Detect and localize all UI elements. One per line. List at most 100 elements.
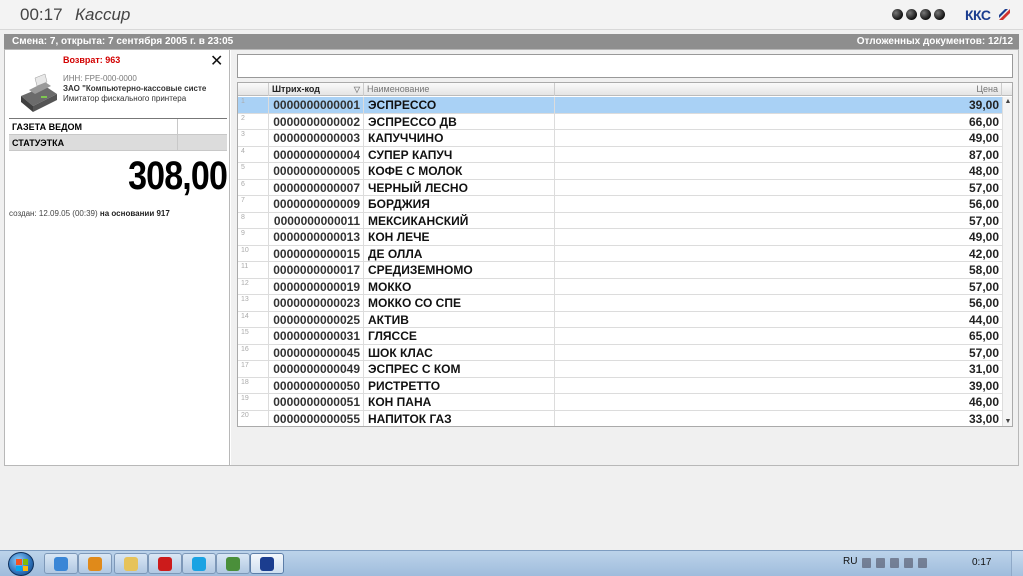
table-row[interactable]: 15 0000000000031 ГЛЯССЕ 65,00: [238, 328, 1012, 345]
list-item[interactable]: СТАТУЭТКА: [9, 135, 227, 151]
show-desktop-button[interactable]: [1011, 551, 1023, 576]
battery-icon[interactable]: [890, 558, 899, 568]
table-row[interactable]: 13 0000000000023 МОККО СО СПЕ 56,00: [238, 295, 1012, 312]
table-row[interactable]: 18 0000000000050 РИСТРЕТТО 39,00: [238, 377, 1012, 394]
taskbar-button[interactable]: [114, 553, 148, 574]
table-header: Штрих-код ▽ Наименование Цена: [238, 83, 1012, 96]
status-dot-icon: [906, 9, 917, 20]
table-row[interactable]: 8 0000000000011 МЕКСИКАНСКИЙ 57,00: [238, 212, 1012, 229]
created-date: создан: 12.09.05 (00:39): [9, 209, 98, 218]
inn-label: ИНН: FPE-000-0000: [63, 74, 137, 83]
price-cell: 58,00: [968, 263, 999, 277]
name-cell: АКТИВ: [364, 311, 555, 327]
name-cell: КАПУЧЧИНО: [364, 130, 555, 146]
name-cell: МЕКСИКАНСКИЙ: [364, 212, 555, 228]
price-cell: 57,00: [968, 279, 999, 294]
column-header-label: Штрих-код: [272, 84, 320, 94]
name-cell: ГЛЯССЕ: [364, 328, 555, 344]
price-cell: 56,00: [968, 296, 999, 310]
shift-info: Смена: 7, открыта: 7 сентября 2005 г. в …: [12, 36, 234, 47]
table-row[interactable]: 2 0000000000002 ЭСПРЕССО ДВ 66,00: [238, 113, 1012, 130]
opera-icon: [158, 557, 172, 571]
row-number: 10: [238, 245, 269, 261]
table-row[interactable]: 9 0000000000013 КОН ЛЕЧЕ 49,00: [238, 229, 1012, 246]
table-row[interactable]: 20 0000000000055 НАПИТОК ГАЗ 33,00: [238, 410, 1012, 426]
barcode-cell: 0000000000019: [269, 278, 364, 294]
status-dot-icon: [920, 9, 931, 20]
column-header-barcode[interactable]: Штрих-код ▽: [269, 83, 364, 96]
taskbar-button[interactable]: [182, 553, 216, 574]
name-cell: ЭСПРЕССО: [364, 97, 555, 113]
row-number: 8: [238, 212, 269, 228]
goods-area: Штрих-код ▽ Наименование Цена 1 000000000…: [231, 50, 1018, 465]
barcode-cell: 0000000000017: [269, 262, 364, 278]
barcode-cell: 0000000000005: [269, 163, 364, 179]
column-header-name[interactable]: Наименование: [364, 83, 555, 96]
goods-table: Штрих-код ▽ Наименование Цена 1 000000000…: [237, 82, 1013, 427]
row-number: 17: [238, 361, 269, 377]
taskbar-button[interactable]: [216, 553, 250, 574]
fiscal-printer-icon: [21, 73, 57, 112]
price-cell: 49,00: [968, 230, 999, 244]
table-row[interactable]: 17 0000000000049 ЭСПРЕС С КОМ 31,00: [238, 361, 1012, 378]
volume-icon[interactable]: [918, 558, 927, 568]
row-number: 11: [238, 262, 269, 278]
language-indicator[interactable]: RU: [843, 556, 857, 567]
row-number: 1: [238, 97, 269, 113]
close-button[interactable]: ✕: [210, 51, 223, 71]
table-body: 1 0000000000001 ЭСПРЕССО 39,00 2 000000000000…: [238, 97, 1012, 426]
price-cell: 57,00: [968, 213, 999, 228]
media-player-icon: [88, 557, 102, 571]
name-cell: БОРДЖИЯ: [364, 196, 555, 212]
table-row[interactable]: 16 0000000000045 ШОК КЛАС 57,00: [238, 344, 1012, 361]
scroll-down-icon[interactable]: ▼: [1003, 417, 1012, 426]
table-row[interactable]: 5 0000000000005 КОФЕ С МОЛОК 48,00: [238, 163, 1012, 180]
column-header-price[interactable]: Цена: [555, 83, 1002, 96]
barcode-cell: 0000000000003: [269, 130, 364, 146]
name-cell: НАПИТОК ГАЗ: [364, 410, 555, 426]
column-divider: [177, 135, 178, 151]
price-cell: 56,00: [968, 197, 999, 211]
action-center-flag-icon[interactable]: [876, 558, 885, 568]
price-cell: 66,00: [968, 114, 999, 129]
vertical-scrollbar[interactable]: ▲ ▼: [1002, 97, 1012, 426]
row-number: 12: [238, 278, 269, 294]
row-number: 9: [238, 229, 269, 245]
taskbar-button[interactable]: [78, 553, 112, 574]
sort-icon[interactable]: ▽: [354, 83, 360, 96]
name-cell: ШОК КЛАС: [364, 344, 555, 360]
barcode-cell: 0000000000023: [269, 295, 364, 311]
table-row[interactable]: 4 0000000000004 СУПЕР КАПУЧ 87,00: [238, 146, 1012, 163]
return-items-list: ГАЗЕТА ВЕДОМ СТАТУЭТКА: [9, 118, 227, 151]
table-row[interactable]: 10 0000000000015 ДЕ ОЛЛА 42,00: [238, 245, 1012, 262]
taskbar-button[interactable]: [250, 553, 284, 574]
taskbar-clock[interactable]: 0:17: [972, 557, 991, 568]
taskbar-button[interactable]: [148, 553, 182, 574]
price-cell: 49,00: [968, 131, 999, 145]
network-signal-icon[interactable]: [904, 558, 913, 568]
deferred-documents[interactable]: Отложенных документов: 12/12: [857, 34, 1013, 49]
list-item[interactable]: ГАЗЕТА ВЕДОМ: [9, 119, 227, 135]
table-row[interactable]: 12 0000000000019 МОККО 57,00: [238, 278, 1012, 295]
search-input[interactable]: [237, 54, 1013, 78]
table-row[interactable]: 3 0000000000003 КАПУЧЧИНО 49,00: [238, 130, 1012, 147]
table-row[interactable]: 19 0000000000051 КОН ПАНА 46,00: [238, 394, 1012, 411]
table-row[interactable]: 14 0000000000025 АКТИВ 44,00: [238, 311, 1012, 328]
scroll-up-icon[interactable]: ▲: [1003, 97, 1012, 107]
name-cell: ДЕ ОЛЛА: [364, 245, 555, 261]
table-row[interactable]: 11 0000000000017 СРЕДИЗЕМНОМО 58,00: [238, 262, 1012, 279]
row-number-header: [238, 83, 269, 96]
tray-arrow-icon[interactable]: [862, 558, 871, 568]
name-cell: КОФЕ С МОЛОК: [364, 163, 555, 179]
taskbar-button[interactable]: [44, 553, 78, 574]
table-row[interactable]: 7 0000000000009 БОРДЖИЯ 56,00: [238, 196, 1012, 213]
barcode-cell: 0000000000002: [269, 113, 364, 129]
name-cell: ЧЕРНЫЙ ЛЕСНО: [364, 179, 555, 195]
price-cell: 44,00: [968, 312, 999, 327]
row-number: 18: [238, 377, 269, 393]
table-row[interactable]: 1 0000000000001 ЭСПРЕССО 39,00: [238, 97, 1012, 114]
start-button[interactable]: [8, 552, 34, 576]
table-row[interactable]: 6 0000000000007 ЧЕРНЫЙ ЛЕСНО 57,00: [238, 179, 1012, 196]
price-cell: 39,00: [968, 378, 999, 393]
name-cell: МОККО СО СПЕ: [364, 295, 555, 311]
